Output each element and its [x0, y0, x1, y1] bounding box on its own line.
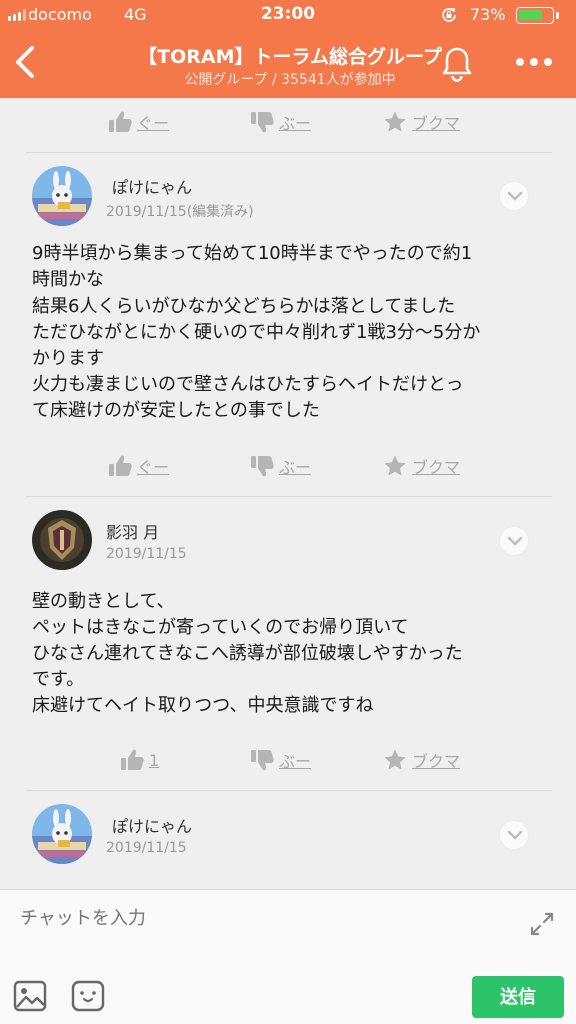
thumbs-up-icon	[109, 111, 132, 132]
avatar[interactable]	[32, 804, 92, 864]
expand-arrows-icon	[530, 912, 554, 936]
like-count: 1	[149, 750, 160, 770]
thumbs-down-icon	[251, 750, 274, 771]
app-header: docomo 4G 23:00 73% 【TORAM】トーラム総合グループ 公開…	[0, 0, 576, 98]
username[interactable]: ぽけにゃん	[112, 813, 192, 837]
star-icon	[384, 455, 406, 476]
thumbs-down-icon	[251, 456, 274, 477]
post-date: 2019/11/15	[106, 840, 187, 856]
post-body-line: です。	[32, 669, 85, 690]
username[interactable]: ぽけにゃん	[112, 174, 192, 198]
chevron-down-icon	[507, 830, 523, 840]
divider	[26, 152, 552, 153]
dislike-button[interactable]: ぶー	[250, 746, 311, 774]
like-label: ぐー	[137, 114, 170, 133]
post-body-line: ただひながとにかく硬いので中々削れず1戦3分〜5分か	[32, 322, 481, 343]
post-body-line: 時間かな	[32, 269, 104, 290]
post-date: 2019/11/15	[106, 546, 187, 562]
send-button[interactable]: 送信	[472, 976, 564, 1018]
battery-percent: 73%	[470, 5, 506, 24]
back-chevron-icon	[16, 46, 34, 78]
like-button[interactable]: 1	[120, 746, 159, 774]
post-body-line: かります	[32, 348, 104, 369]
reaction-row: ぐー ぶー ブクマ	[0, 104, 576, 140]
attach-image-button[interactable]	[12, 979, 48, 1013]
bell-icon	[442, 47, 472, 82]
dislike-button[interactable]: ぶー	[250, 452, 311, 480]
dislike-label: ぶー	[279, 114, 312, 133]
post-body-line: 壁の動きとして、	[32, 591, 175, 612]
dislike-button[interactable]: ぶー	[250, 108, 311, 136]
star-icon	[384, 111, 406, 132]
bookmark-label: ブクマ	[412, 752, 461, 771]
sticker-face-icon	[71, 980, 105, 1012]
post-body-line: 床避けてヘイト取りつつ、中央意識ですね	[32, 695, 374, 716]
status-bar: docomo 4G 23:00 73%	[0, 0, 576, 30]
more-options-button[interactable]	[512, 52, 556, 72]
bookmark-button[interactable]: ブクマ	[383, 746, 460, 774]
expand-input-button[interactable]	[526, 908, 558, 940]
star-icon	[384, 749, 406, 770]
dislike-label: ぶー	[279, 752, 312, 771]
divider	[26, 790, 552, 791]
image-icon	[13, 980, 47, 1012]
battery-icon	[516, 7, 554, 24]
post-date: 2019/11/15(編集済み)	[106, 204, 254, 220]
like-button[interactable]: ぐー	[108, 108, 169, 136]
rotation-lock-icon	[442, 8, 456, 22]
reaction-row: 1 ぶー ブクマ	[0, 742, 576, 778]
post-menu-button[interactable]	[499, 181, 529, 211]
thumbs-up-icon	[109, 455, 132, 476]
battery-level-fill	[519, 10, 542, 20]
divider	[26, 496, 552, 497]
bookmark-button[interactable]: ブクマ	[383, 452, 460, 480]
thumbs-down-icon	[251, 112, 274, 133]
bookmark-label: ブクマ	[412, 458, 461, 477]
bookmark-button[interactable]: ブクマ	[383, 108, 460, 136]
post-body-line: 9時半頃から集まって始めて10時半までやったので約1	[32, 243, 473, 264]
avatar[interactable]	[32, 166, 92, 226]
post-menu-button[interactable]	[499, 820, 529, 850]
sticker-button[interactable]	[70, 979, 106, 1013]
thumbs-up-icon	[121, 749, 144, 770]
battery-cap	[556, 12, 559, 19]
username[interactable]: 影羽 月	[106, 519, 159, 543]
post-body-line: 火力も凄まじいので壁さんはひたすらヘイトだけとっ	[32, 374, 464, 395]
reaction-row: ぐー ぶー ブクマ	[0, 448, 576, 484]
back-button[interactable]	[8, 40, 42, 84]
post-body-line: 結果6人くらいがひなか父どちらかは落としてました	[32, 296, 456, 317]
chevron-down-icon	[507, 536, 523, 546]
avatar[interactable]	[32, 510, 92, 570]
chat-input[interactable]	[20, 902, 500, 934]
more-dots-icon	[516, 58, 552, 66]
like-label: ぐー	[137, 458, 170, 477]
chevron-down-icon	[507, 191, 523, 201]
post-body-line: ひなさん連れてきなこへ誘導が部位破壊しやすかった	[32, 643, 463, 664]
bookmark-label: ブクマ	[412, 114, 461, 133]
dislike-label: ぶー	[279, 458, 312, 477]
notification-button[interactable]	[438, 44, 476, 84]
post-menu-button[interactable]	[499, 526, 529, 556]
chat-composer: 送信	[0, 889, 576, 1024]
post-body-line: て床避けのが安定したとの事でした	[32, 400, 320, 421]
like-button[interactable]: ぐー	[108, 452, 169, 480]
post-body-line: ペットはきなこが寄っていくのでお帰り頂いて	[32, 617, 409, 638]
